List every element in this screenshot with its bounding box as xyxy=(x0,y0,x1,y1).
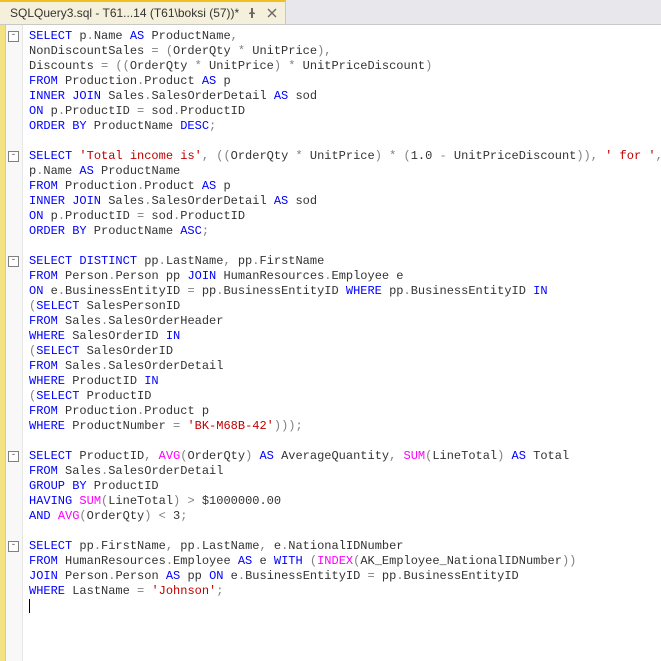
tab-title: SQLQuery3.sql - T61...14 (T61\boksi (57)… xyxy=(10,6,239,20)
editor-window: SQLQuery3.sql - T61...14 (T61\boksi (57)… xyxy=(0,0,661,661)
active-tab[interactable]: SQLQuery3.sql - T61...14 (T61\boksi (57)… xyxy=(0,0,286,24)
collapse-toggle[interactable]: - xyxy=(8,256,19,267)
collapse-toggle[interactable]: - xyxy=(8,541,19,552)
pin-icon[interactable] xyxy=(245,6,259,20)
collapse-toggle[interactable]: - xyxy=(8,451,19,462)
collapse-toggle[interactable]: - xyxy=(8,31,19,42)
collapse-toggle[interactable]: - xyxy=(8,151,19,162)
code-area-wrap: - - - - - SELECT p.Name AS ProductName, NonD… xyxy=(0,25,661,661)
tab-bar: SQLQuery3.sql - T61...14 (T61\boksi (57)… xyxy=(0,0,661,25)
code-text-area[interactable]: SELECT p.Name AS ProductName, NonDiscoun… xyxy=(23,25,661,661)
close-icon[interactable] xyxy=(265,6,279,20)
text-cursor xyxy=(29,599,30,613)
outline-gutter: - - - - - xyxy=(6,25,23,661)
